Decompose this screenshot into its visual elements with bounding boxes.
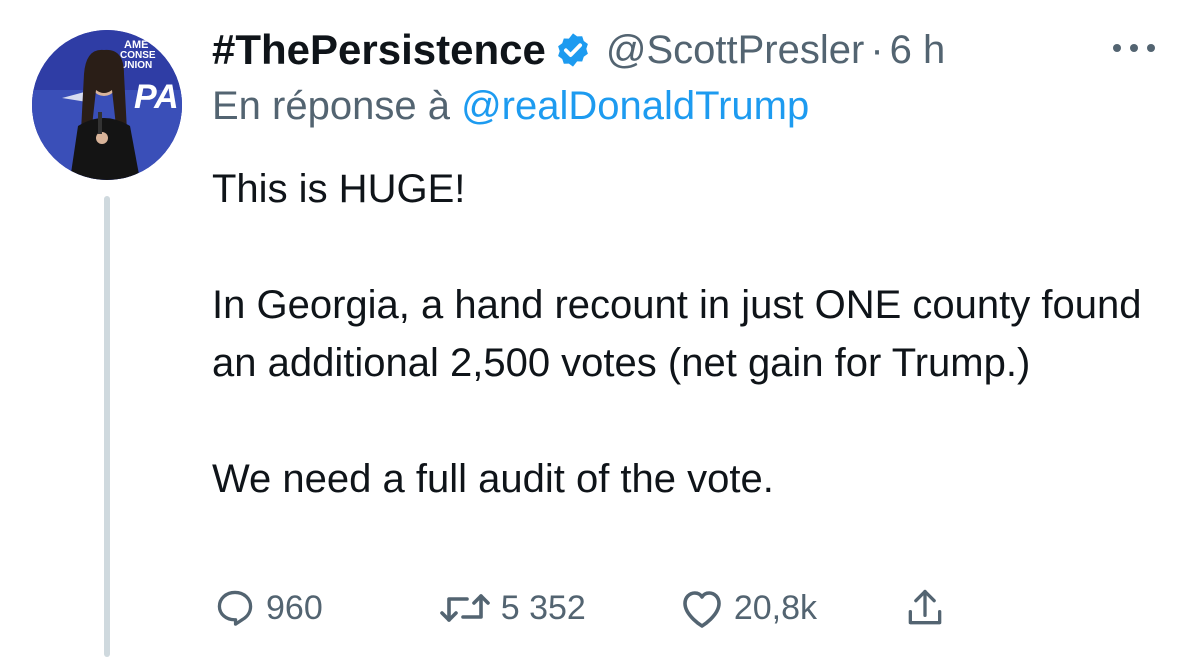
retweet-button[interactable]: 5 352 xyxy=(437,586,586,630)
avatar[interactable]: AME CONSE UNION PA xyxy=(32,30,182,180)
thread-line xyxy=(104,196,110,657)
reply-mention-link[interactable]: @realDonaldTrump xyxy=(461,84,809,128)
reply-count: 960 xyxy=(266,588,323,627)
retweet-count: 5 352 xyxy=(500,588,586,627)
more-options-icon[interactable] xyxy=(1109,36,1159,60)
tweet-header: #ThePersistence @ScottPresler · 6 h xyxy=(212,24,945,76)
tweet-paragraph-3: We need a full audit of the vote. xyxy=(212,457,774,501)
like-count: 20,8k xyxy=(733,588,818,627)
like-button[interactable]: 20,8k xyxy=(678,586,817,630)
reply-button[interactable]: 960 xyxy=(212,586,323,630)
like-icon xyxy=(683,591,721,628)
user-handle[interactable]: @ScottPresler xyxy=(606,28,864,73)
svg-text:PA: PA xyxy=(134,78,179,116)
reply-context: En réponse à @realDonaldTrump xyxy=(212,84,809,136)
avatar-image: AME CONSE UNION PA xyxy=(32,30,182,180)
tweet-paragraph-1: This is HUGE! xyxy=(212,167,466,211)
verified-badge-icon xyxy=(554,31,592,69)
svg-text:UNION: UNION xyxy=(120,60,152,71)
timestamp[interactable]: 6 h xyxy=(890,28,946,73)
share-icon xyxy=(908,589,942,625)
display-name[interactable]: #ThePersistence xyxy=(212,26,546,74)
reply-icon xyxy=(217,590,253,626)
share-button[interactable] xyxy=(903,586,947,630)
separator-dot: · xyxy=(870,27,884,72)
reply-prefix: En réponse à xyxy=(212,84,450,128)
tweet-text: This is HUGE! In Georgia, a hand recount… xyxy=(212,160,1172,508)
retweet-icon xyxy=(439,594,490,622)
tweet-paragraph-2: In Georgia, a hand recount in just ONE c… xyxy=(212,283,1142,385)
tweet-actions: 960 5 352 20,8k xyxy=(212,583,947,633)
